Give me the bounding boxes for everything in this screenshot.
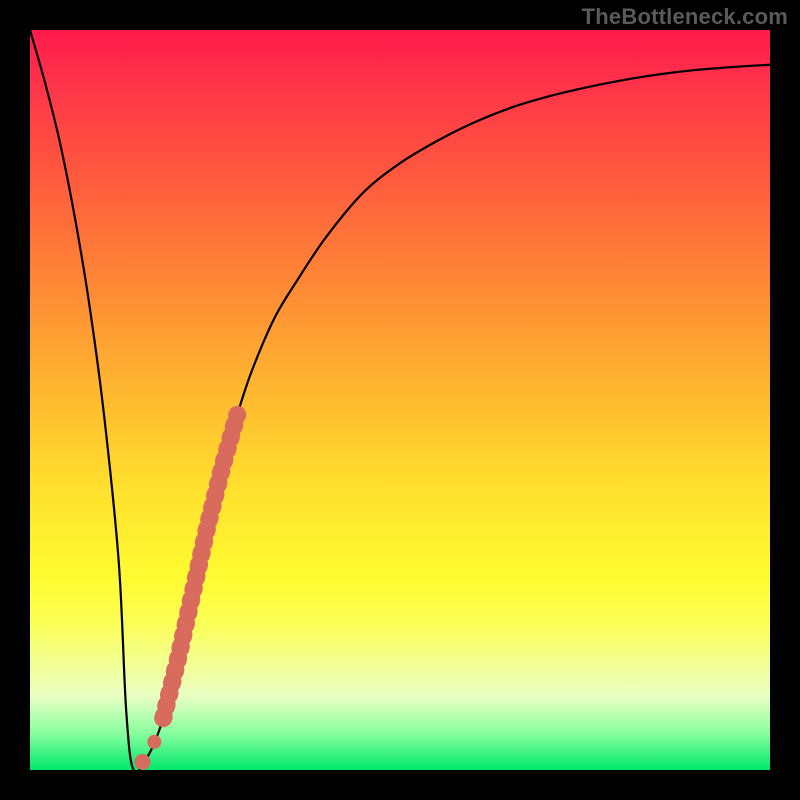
highlight-layer	[30, 30, 770, 770]
plot-area	[30, 30, 770, 770]
highlight-dot	[147, 735, 161, 749]
highlight-dot	[134, 754, 150, 770]
highlight-segment	[163, 415, 237, 718]
chart-frame: TheBottleneck.com	[0, 0, 800, 800]
watermark-text: TheBottleneck.com	[582, 4, 788, 30]
